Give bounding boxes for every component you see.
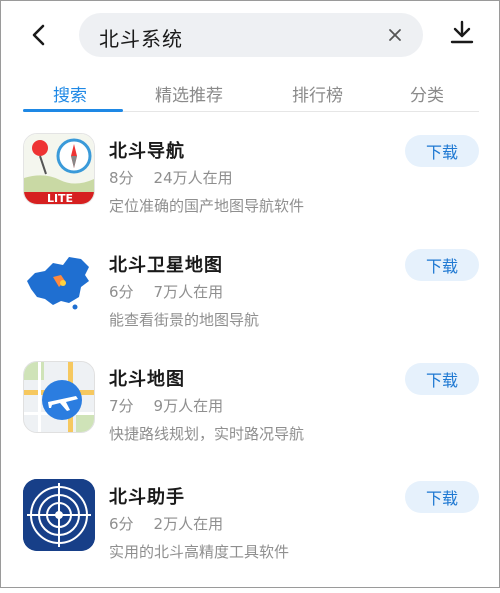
radar-target-icon [23, 479, 95, 551]
active-tab-indicator [23, 109, 123, 112]
list-item[interactable]: 北斗地图 7分 9万人在用 快捷路线规划，实时路况导航 下载 [1, 361, 500, 475]
app-name[interactable]: 北斗卫星地图 [109, 251, 223, 277]
app-meta: 6分 2万人在用 [109, 513, 223, 534]
app-description: 定位准确的国产地图导航软件 [109, 197, 305, 215]
list-item[interactable]: LITE 北斗导航 8分 24万人在用 定位准确的国产地图导航软件 下载 [1, 133, 500, 247]
app-meta: 8分 24万人在用 [109, 167, 233, 188]
app-description: 实用的北斗高精度工具软件 [109, 543, 290, 561]
search-input[interactable]: 北斗系统 [99, 23, 183, 52]
download-button[interactable]: 下载 [405, 249, 479, 281]
download-manager-button[interactable] [447, 17, 477, 47]
tab-featured[interactable]: 精选推荐 [155, 81, 223, 106]
search-box[interactable]: 北斗系统 [79, 13, 423, 57]
app-name[interactable]: 北斗助手 [109, 483, 185, 509]
app-name[interactable]: 北斗地图 [109, 365, 185, 391]
app-description: 能查看街景的地图导航 [109, 311, 260, 329]
plane-map-icon [23, 361, 95, 433]
chevron-left-icon [32, 24, 45, 46]
app-description: 快捷路线规划，实时路况导航 [109, 425, 305, 443]
tab-bar: 搜索 精选推荐 排行榜 分类 [1, 75, 500, 115]
download-button[interactable]: 下载 [405, 135, 479, 167]
top-bar: 北斗系统 [1, 1, 500, 69]
lite-badge: LITE [46, 192, 74, 205]
app-rating: 6分 [109, 515, 134, 533]
tab-ranking[interactable]: 排行榜 [292, 81, 343, 106]
tab-categories[interactable]: 分类 [410, 81, 444, 106]
app-users: 24万人在用 [153, 169, 233, 187]
compass-map-lite-icon: LITE [23, 133, 95, 205]
app-window: 北斗系统 搜索 精选推荐 排行榜 分类 LITE 北斗导航 8分 24万人在用 … [0, 0, 500, 588]
list-item[interactable]: 北斗卫星地图 6分 7万人在用 能查看街景的地图导航 下载 [1, 247, 500, 361]
back-button[interactable] [23, 19, 55, 51]
app-meta: 6分 7万人在用 [109, 281, 223, 302]
download-button[interactable]: 下载 [405, 363, 479, 395]
download-button[interactable]: 下载 [405, 481, 479, 513]
app-users: 7万人在用 [153, 283, 224, 301]
tab-search[interactable]: 搜索 [53, 81, 87, 106]
clear-button[interactable] [385, 25, 405, 45]
app-rating: 7分 [109, 397, 134, 415]
list-item[interactable]: 北斗助手 6分 2万人在用 实用的北斗高精度工具软件 下载 [1, 479, 500, 593]
close-icon [389, 29, 401, 41]
app-name[interactable]: 北斗导航 [109, 137, 185, 163]
app-users: 9万人在用 [153, 397, 224, 415]
app-rating: 8分 [109, 169, 134, 187]
app-meta: 7分 9万人在用 [109, 395, 223, 416]
app-users: 2万人在用 [153, 515, 224, 533]
app-rating: 6分 [109, 283, 134, 301]
download-icon [450, 20, 474, 44]
china-map-icon [23, 247, 95, 319]
